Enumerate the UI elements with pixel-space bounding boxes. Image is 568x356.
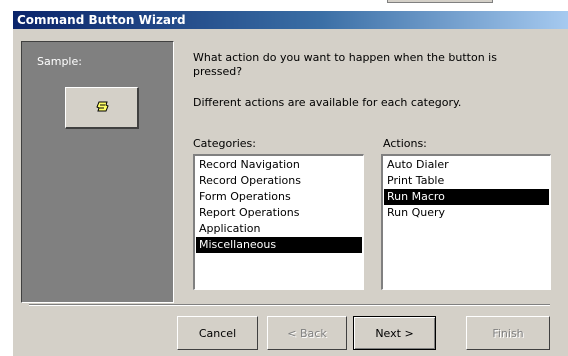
background-window-edge — [387, 0, 493, 3]
window-title: Command Button Wizard — [17, 13, 186, 27]
button-separator — [29, 304, 550, 306]
category-item-selected[interactable]: Miscellaneous — [196, 237, 362, 253]
action-item[interactable]: Print Table — [384, 173, 549, 189]
back-button[interactable]: < Back — [267, 316, 347, 350]
sample-button-preview — [65, 87, 139, 129]
wizard-hint: Different actions are available for each… — [193, 96, 462, 109]
categories-label: Categories: — [193, 137, 256, 150]
actions-listbox[interactable]: Auto Dialer Print Table Run Macro Run Qu… — [381, 154, 551, 290]
scroll-icon — [96, 101, 109, 112]
wizard-question: What action do you want to happen when t… — [193, 51, 497, 78]
cancel-button[interactable]: Cancel — [177, 316, 258, 350]
category-item[interactable]: Report Operations — [196, 205, 362, 221]
category-item[interactable]: Form Operations — [196, 189, 362, 205]
action-item-selected[interactable]: Run Macro — [384, 189, 549, 205]
next-button[interactable]: Next > — [353, 316, 436, 350]
next-button-label: Next > — [375, 326, 414, 340]
cancel-button-label: Cancel — [198, 326, 237, 340]
back-button-label: < Back — [287, 326, 327, 340]
categories-listbox[interactable]: Record Navigation Record Operations Form… — [193, 154, 364, 290]
category-item[interactable]: Record Navigation — [196, 157, 362, 173]
finish-button-label: Finish — [492, 326, 524, 340]
action-item[interactable]: Auto Dialer — [384, 157, 549, 173]
category-item[interactable]: Application — [196, 221, 362, 237]
finish-button[interactable]: Finish — [466, 316, 550, 350]
actions-label: Actions: — [383, 137, 427, 150]
action-item[interactable]: Run Query — [384, 205, 549, 221]
category-item[interactable]: Record Operations — [196, 173, 362, 189]
title-bar[interactable]: Command Button Wizard — [13, 11, 568, 29]
sample-label: Sample: — [37, 55, 82, 68]
sample-preview-panel — [21, 41, 174, 303]
